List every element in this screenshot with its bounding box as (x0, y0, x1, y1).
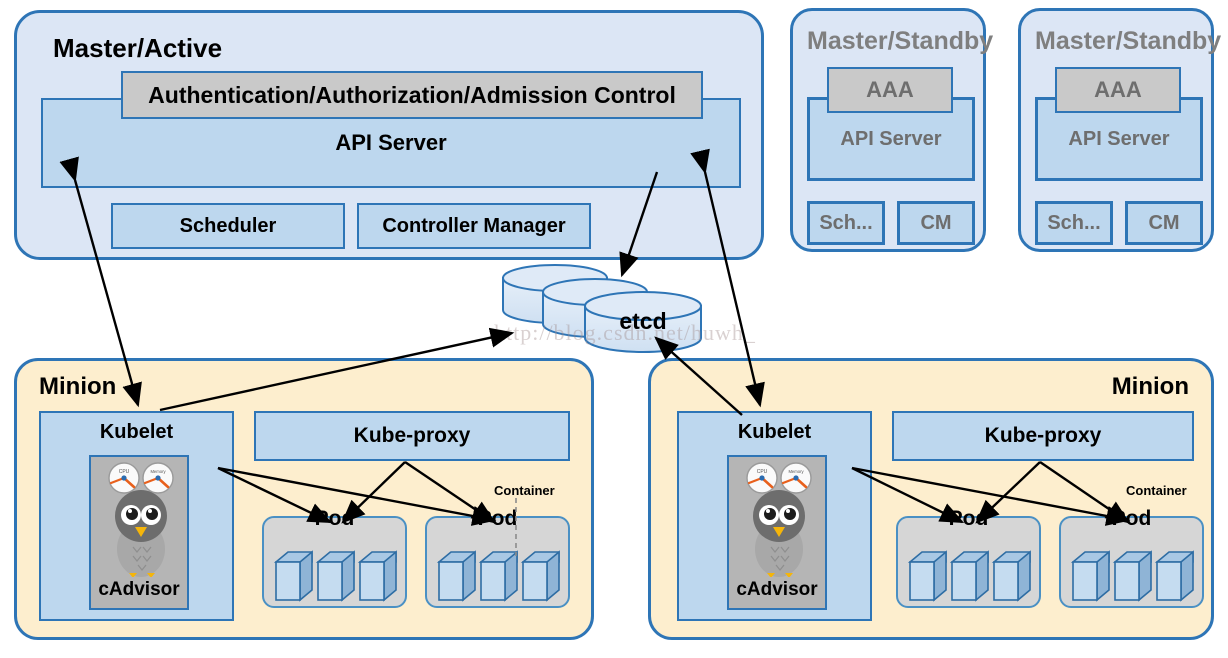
standby-2-cm-label: CM (1148, 211, 1180, 234)
standby-1-cm-box[interactable]: CM (897, 201, 975, 245)
master-active-title: Master/Active (53, 33, 223, 63)
aaa-label: Authentication/Authorization/Admission C… (148, 81, 676, 108)
svg-text:CPU: CPU (757, 469, 768, 475)
minion-left-cadvisor-box[interactable]: CPU Memory cAdvisor (89, 455, 189, 610)
minion-left-kubelet-box[interactable]: Kubelet CPU Memory cAdvisor (39, 411, 234, 621)
svg-text:Memory: Memory (150, 469, 166, 474)
minion-left-pod-2-label: Pod (477, 506, 518, 530)
minion-left-kubeproxy-label: Kube-proxy (353, 423, 471, 447)
scheduler-box[interactable]: Scheduler (111, 203, 345, 249)
aaa-box[interactable]: Authentication/Authorization/Admission C… (121, 71, 703, 119)
minion-left-pod-1[interactable]: Pod (262, 507, 407, 608)
standby-2-scheduler-box[interactable]: Sch... (1035, 201, 1113, 245)
pod-1-containers (274, 550, 397, 602)
standby-2-aaa-label: AAA (1094, 77, 1142, 103)
watermark-text: http://blog.csdn.net/huwh_ (494, 320, 756, 345)
master-standby-1-panel[interactable]: Master/Standby API Server AAA Sch... CM (790, 8, 993, 252)
minion-right-kubelet-box[interactable]: Kubelet CPU Memory cAdvisor (677, 411, 872, 621)
standby-1-scheduler-label: Sch... (819, 211, 873, 234)
minion-right-pod-2[interactable]: Pod (1059, 507, 1204, 608)
minion-right-panel[interactable]: Minion Kubelet CPU Memory cAdvisor Kube-… (648, 358, 1214, 640)
pod-2-containers (437, 550, 560, 602)
minion-left-title: Minion (39, 373, 117, 400)
minion-right-kubelet-label: Kubelet (737, 420, 812, 443)
minion-right-cadvisor-label: cAdvisor (736, 579, 818, 601)
minion-right-kubeproxy-box[interactable]: Kube-proxy (892, 411, 1194, 461)
minion-left-container-label: Container (494, 483, 555, 498)
master-active-panel[interactable]: Master/Active API Server Authentication/… (14, 10, 764, 260)
minion-left-pod-1-label: Pod (314, 506, 355, 530)
master-standby-2-title: Master/Standby (1035, 27, 1222, 55)
minion-right-cadvisor-box[interactable]: CPU Memory cAdvisor (727, 455, 827, 610)
minion-left-panel[interactable]: Minion Kubelet CPU Memory cAdvisor Kube-… (14, 358, 594, 640)
standby-1-aaa-label: AAA (866, 77, 914, 103)
minion-right-title: Minion (1111, 373, 1189, 400)
scheduler-label: Scheduler (179, 214, 277, 237)
minion-right-pod-1-label: Pod (948, 506, 989, 530)
standby-1-scheduler-box[interactable]: Sch... (807, 201, 885, 245)
minion-right-container-label: Container (1126, 483, 1187, 498)
minion-left-kubeproxy-box[interactable]: Kube-proxy (254, 411, 570, 461)
pod-1-containers (908, 550, 1031, 602)
minion-left-kubelet-label: Kubelet (99, 420, 174, 443)
minion-right-kubeproxy-label: Kube-proxy (984, 423, 1102, 447)
diagram-canvas: Master/Active API Server Authentication/… (0, 0, 1228, 658)
controller-manager-box[interactable]: Controller Manager (357, 203, 591, 249)
cadvisor-owl-icon: CPU Memory (746, 462, 812, 577)
minion-left-pod-2[interactable]: Pod (425, 507, 570, 608)
master-standby-1-title: Master/Standby (807, 27, 994, 55)
svg-text:Memory: Memory (788, 469, 804, 474)
standby-1-aaa-box[interactable]: AAA (827, 67, 953, 113)
minion-right-pod-1[interactable]: Pod (896, 507, 1041, 608)
standby-2-cm-box[interactable]: CM (1125, 201, 1203, 245)
standby-2-scheduler-label: Sch... (1047, 211, 1101, 234)
standby-1-cm-label: CM (920, 211, 952, 234)
standby-2-aaa-box[interactable]: AAA (1055, 67, 1181, 113)
cadvisor-owl-icon: CPU Memory (108, 462, 174, 577)
svg-text:CPU: CPU (119, 469, 130, 475)
minion-right-pod-2-label: Pod (1111, 506, 1152, 530)
minion-left-cadvisor-label: cAdvisor (98, 579, 180, 601)
pod-2-containers (1071, 550, 1194, 602)
master-standby-2-panel[interactable]: Master/Standby API Server AAA Sch... CM (1018, 8, 1221, 252)
controller-manager-label: Controller Manager (382, 214, 566, 237)
